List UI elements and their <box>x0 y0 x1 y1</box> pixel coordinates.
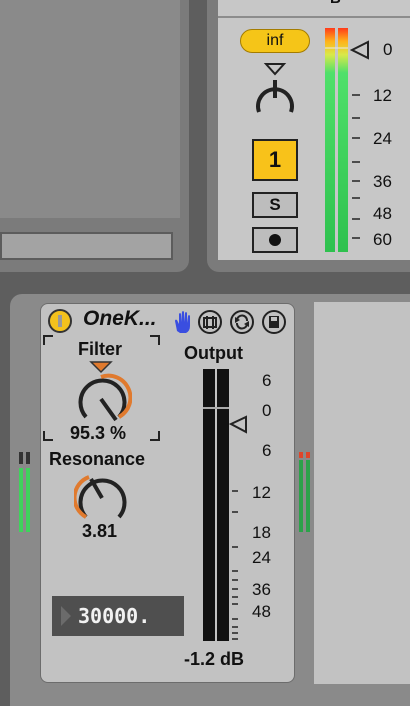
volume-scale-label: 36 <box>373 172 392 191</box>
play-arrow-icon <box>61 606 71 626</box>
frequency-value[interactable]: 30000. <box>78 604 150 628</box>
peak-level-button[interactable]: inf <box>240 29 310 53</box>
refresh-icon <box>235 314 249 330</box>
hand-icon[interactable] <box>171 309 197 335</box>
resonance-value[interactable]: 3.81 <box>82 521 117 542</box>
save-icon <box>269 316 279 328</box>
record-icon <box>269 234 281 246</box>
volume-scale-label: 60 <box>373 230 392 249</box>
output-scale-label: 0 <box>262 401 272 420</box>
track-level-meter <box>325 28 348 252</box>
arm-record-button[interactable] <box>252 227 298 253</box>
output-meter <box>203 369 247 641</box>
filter-value[interactable]: 95.3 % <box>70 423 126 444</box>
output-gain-arrow[interactable] <box>228 415 247 434</box>
device-resize-button[interactable] <box>198 310 222 334</box>
volume-fader-arrow[interactable] <box>350 40 369 60</box>
resonance-knob-track <box>78 478 127 519</box>
output-label: Output <box>184 343 243 363</box>
resize-icon <box>203 316 217 329</box>
power-icon <box>58 315 62 327</box>
filter-indicator-icon <box>89 361 113 374</box>
output-scale-label: 48 <box>252 602 271 621</box>
volume-scale-label: 12 <box>373 86 392 105</box>
next-device-area <box>314 302 410 684</box>
filter-label: Filter <box>78 339 123 359</box>
output-meter-left <box>203 369 215 641</box>
track-header-bar[interactable] <box>218 0 410 18</box>
output-scale-label: 12 <box>252 483 271 502</box>
output-scale-label: 6 <box>262 441 272 460</box>
output-scale-label: 6 <box>262 371 272 390</box>
device-output-meter <box>299 452 310 532</box>
meter-left-channel <box>325 28 335 252</box>
output-scale-label: 18 <box>252 523 271 542</box>
upper-left-input-field[interactable] <box>0 232 173 260</box>
device-input-meter <box>19 452 30 532</box>
output-db-value[interactable]: -1.2 dB <box>184 649 244 670</box>
filter-knob-needle <box>99 397 118 422</box>
output-scale-label: 24 <box>252 548 271 567</box>
output-meter-right <box>217 369 229 641</box>
volume-scale-ticks <box>350 40 369 239</box>
pan-knob[interactable] <box>246 60 306 130</box>
volume-scale-label: 0 <box>383 40 393 59</box>
filter-knob[interactable] <box>74 360 132 424</box>
output-scale-label: 36 <box>252 580 271 599</box>
solo-button[interactable]: S <box>252 192 298 218</box>
upper-left-clip-area <box>0 0 180 218</box>
device-power-button[interactable] <box>48 309 72 333</box>
track-activator-button[interactable]: 1 <box>252 139 298 181</box>
device-title[interactable]: OneK... <box>83 307 157 331</box>
resonance-label: Resonance <box>49 449 146 469</box>
volume-scale-label: 48 <box>373 204 392 223</box>
resonance-knob[interactable] <box>74 470 132 524</box>
device-refresh-button[interactable] <box>230 310 254 334</box>
pan-indicator-icon <box>263 63 287 76</box>
volume-scale-label: 24 <box>373 129 392 148</box>
track-title: B <box>330 0 341 7</box>
device-save-button[interactable] <box>262 310 286 334</box>
meter-right-channel <box>338 28 348 252</box>
